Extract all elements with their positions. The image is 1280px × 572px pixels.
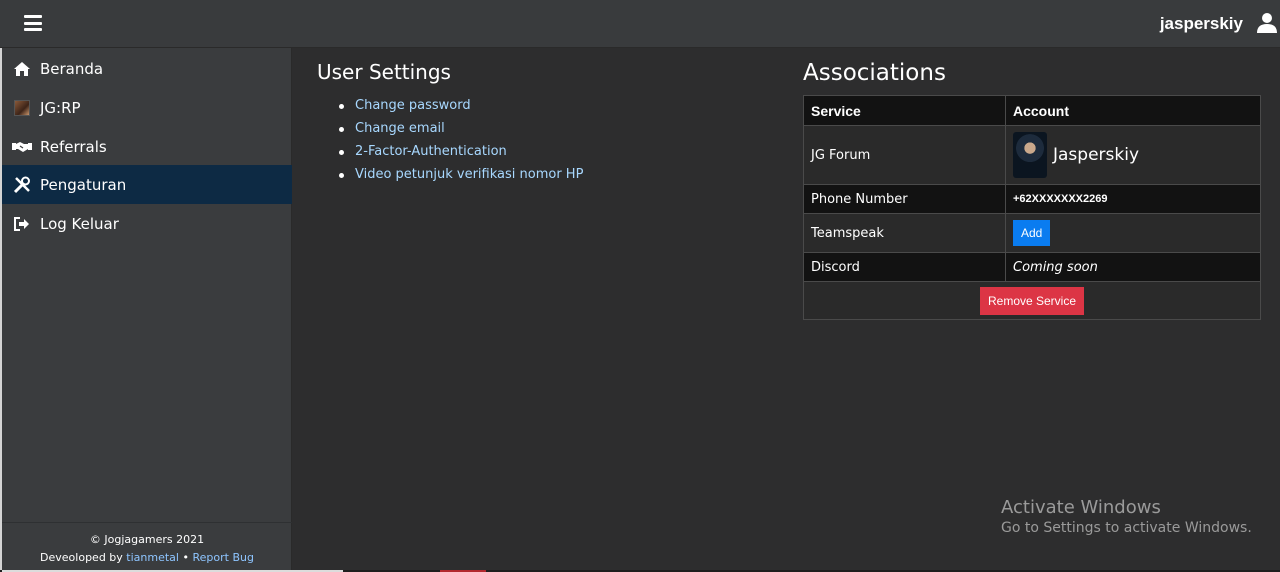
jgrp-icon <box>12 99 32 117</box>
service-cell: JG Forum <box>803 125 1006 185</box>
sidebar-item-label: Pengaturan <box>40 175 127 194</box>
add-teamspeak-button[interactable]: Add <box>1013 220 1051 246</box>
phone-number-value: +62XXXXXXX2269 <box>1005 184 1261 214</box>
tools-icon <box>12 176 32 194</box>
sidebar-item-log-keluar[interactable]: Log Keluar <box>2 204 292 243</box>
sidebar-item-label: Beranda <box>40 59 104 78</box>
sidebar-item-beranda[interactable]: Beranda <box>2 49 292 88</box>
service-cell: Discord <box>803 252 1006 282</box>
sidebar-item-label: Referrals <box>40 137 107 156</box>
associations-section: Associations Service Account JG Forum Ja… <box>803 60 1261 320</box>
user-settings-title: User Settings <box>317 60 451 84</box>
user-icon[interactable] <box>1256 12 1278 34</box>
sidebar-item-referrals[interactable]: Referrals <box>2 127 292 166</box>
account-cell: Add <box>1005 213 1261 253</box>
separator: • <box>182 551 189 564</box>
associations-title: Associations <box>803 60 946 86</box>
account-header: Account <box>1005 95 1261 126</box>
change-email-link[interactable]: Change email <box>339 117 583 140</box>
service-header: Service <box>803 95 1006 126</box>
table-row: Discord Coming soon <box>803 252 1261 282</box>
sidebar: Beranda JG:RP Referrals Pengaturan Log K… <box>0 48 292 572</box>
top-navbar: jasperskiy <box>0 0 1280 48</box>
account-cell: Jasperskiy <box>1005 125 1261 185</box>
associations-table: Service Account JG Forum Jasperskiy Phon… <box>803 95 1261 320</box>
hamburger-icon[interactable] <box>24 15 42 31</box>
discord-status: Coming soon <box>1005 252 1261 282</box>
service-cell: Teamspeak <box>803 213 1006 253</box>
sidebar-item-label: JG:RP <box>40 98 81 117</box>
user-settings-section: User Settings Change password Change ema… <box>317 60 583 186</box>
activate-windows-watermark: Activate Windows Go to Settings to activ… <box>1001 497 1252 537</box>
activate-windows-subtitle: Go to Settings to activate Windows. <box>1001 520 1252 536</box>
settings-links: Change password Change email 2-Factor-Au… <box>339 94 583 186</box>
change-password-link[interactable]: Change password <box>339 94 583 117</box>
sidebar-item-jgrp[interactable]: JG:RP <box>2 88 292 127</box>
developer-credit: Deveoloped by tianmetal • Report Bug <box>2 549 292 567</box>
home-icon <box>12 60 32 78</box>
remove-service-cell: Remove Service <box>803 281 1261 320</box>
copyright-text: © Jogjagamers 2021 <box>89 533 205 546</box>
report-bug-link[interactable]: Report Bug <box>192 551 253 564</box>
service-cell: Phone Number <box>803 184 1006 214</box>
developed-by-text: Deveoloped by <box>40 551 123 564</box>
table-row: Teamspeak Add <box>803 213 1261 253</box>
forum-account-name: Jasperskiy <box>1053 145 1140 165</box>
developer-link[interactable]: tianmetal <box>126 551 179 564</box>
sidebar-item-label: Log Keluar <box>40 214 119 233</box>
activate-windows-title: Activate Windows <box>1001 497 1161 518</box>
handshake-icon <box>12 138 32 156</box>
table-row: Remove Service <box>803 281 1261 320</box>
table-row: JG Forum Jasperskiy <box>803 125 1261 185</box>
sign-out-icon <box>12 215 32 233</box>
table-header-row: Service Account <box>803 95 1261 126</box>
phone-verification-video-link[interactable]: Video petunjuk verifikasi nomor HP <box>339 163 583 186</box>
avatar <box>1013 132 1047 178</box>
sidebar-footer: © Jogjagamers 2021 Deveoloped by tianmet… <box>2 522 292 572</box>
remove-service-button[interactable]: Remove Service <box>979 286 1085 315</box>
username-label[interactable]: jasperskiy <box>1160 14 1243 34</box>
table-row: Phone Number +62XXXXXXX2269 <box>803 184 1261 214</box>
two-factor-link[interactable]: 2-Factor-Authentication <box>339 140 583 163</box>
sidebar-item-pengaturan[interactable]: Pengaturan <box>2 165 292 204</box>
